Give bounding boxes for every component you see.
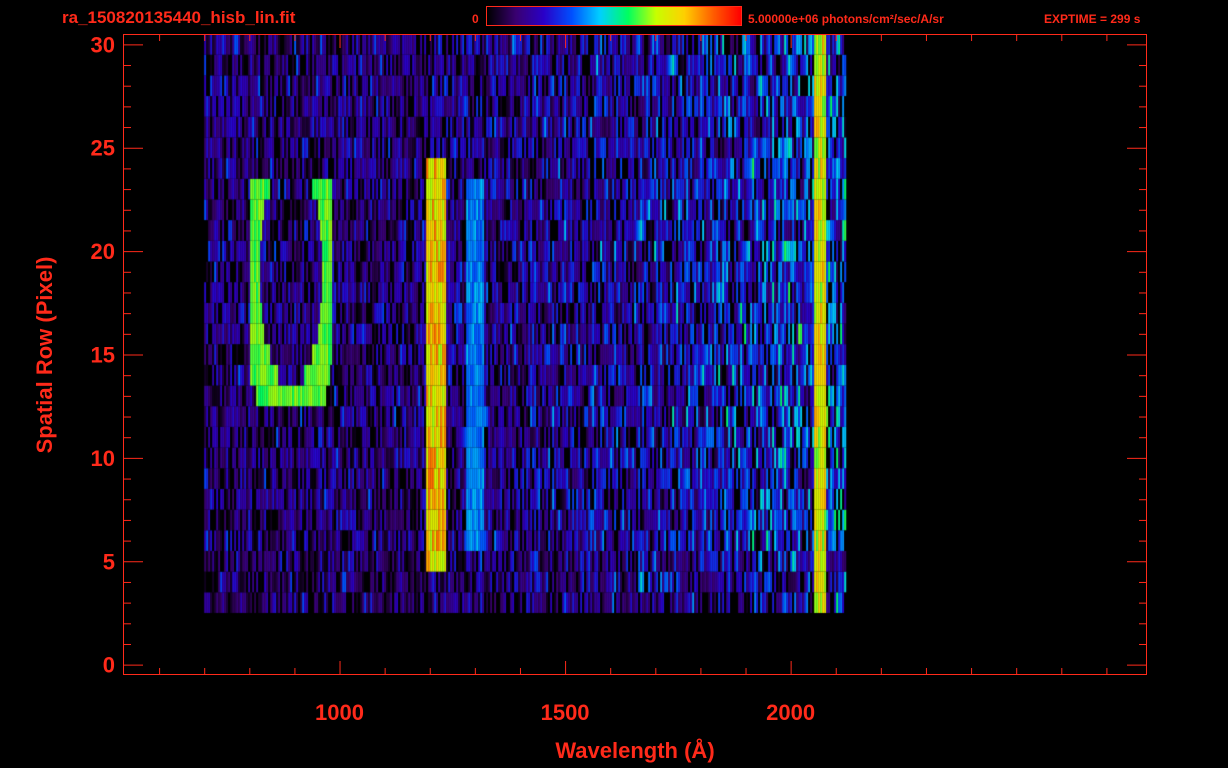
y-tick-label: 30 <box>91 32 115 57</box>
y-tick-label: 10 <box>91 446 115 471</box>
heatmap-container <box>123 34 1147 675</box>
x-tick-label: 1000 <box>315 700 364 725</box>
spectral-heatmap <box>123 34 1147 675</box>
y-tick-label: 20 <box>91 239 115 264</box>
x-tick-label: 1500 <box>541 700 590 725</box>
y-axis-title: Spatial Row (Pixel) <box>32 257 57 454</box>
y-tick-label: 25 <box>91 136 115 161</box>
y-tick-label: 0 <box>103 653 115 678</box>
x-axis-title: Wavelength (Å) <box>555 737 714 763</box>
y-tick-label: 15 <box>91 343 115 368</box>
y-tick-label: 5 <box>103 549 115 574</box>
x-tick-label: 2000 <box>766 700 815 725</box>
spectrum-plot: 1000 1500 2000051015202530 Wavelength (Å) … <box>32 32 1147 763</box>
